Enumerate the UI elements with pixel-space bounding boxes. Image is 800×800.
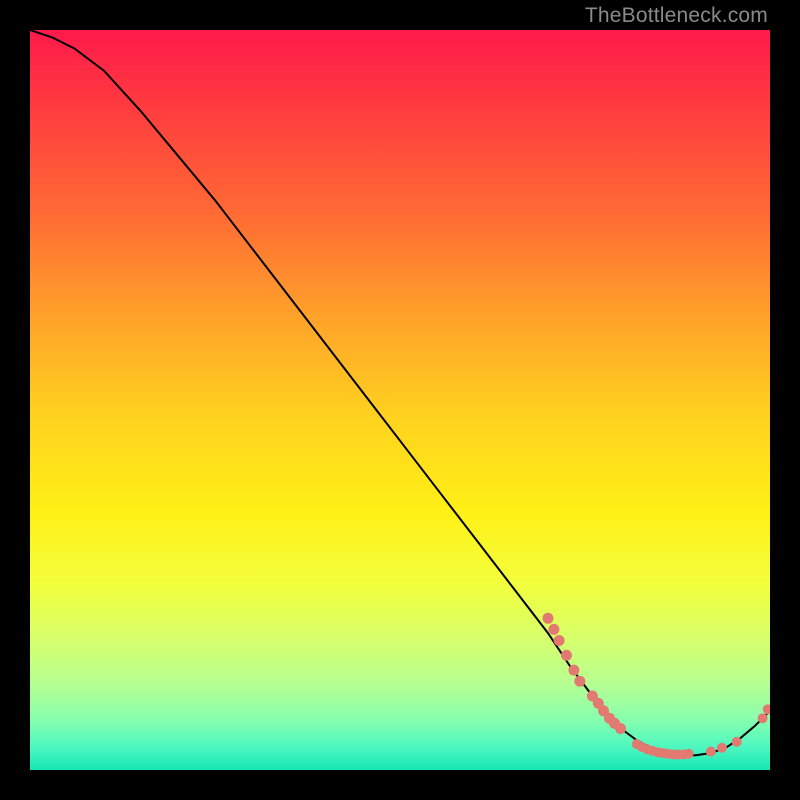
curve-marker: [562, 650, 572, 660]
curve-markers: [543, 613, 770, 759]
curve-marker: [684, 749, 693, 758]
curve-marker: [717, 743, 726, 752]
curve-marker: [616, 724, 626, 734]
curve-marker: [763, 705, 770, 714]
curve-marker: [575, 676, 585, 686]
bottleneck-curve: [30, 30, 770, 755]
curve-marker: [569, 665, 579, 675]
curve-marker: [549, 624, 559, 634]
chart-overlay-svg: [30, 30, 770, 770]
plot-area: [30, 30, 770, 770]
curve-marker: [706, 747, 715, 756]
chart-stage: TheBottleneck.com: [0, 0, 800, 800]
curve-marker: [758, 714, 767, 723]
curve-marker: [554, 636, 564, 646]
curve-marker: [543, 613, 553, 623]
watermark-text: TheBottleneck.com: [585, 4, 768, 28]
curve-marker: [732, 737, 741, 746]
